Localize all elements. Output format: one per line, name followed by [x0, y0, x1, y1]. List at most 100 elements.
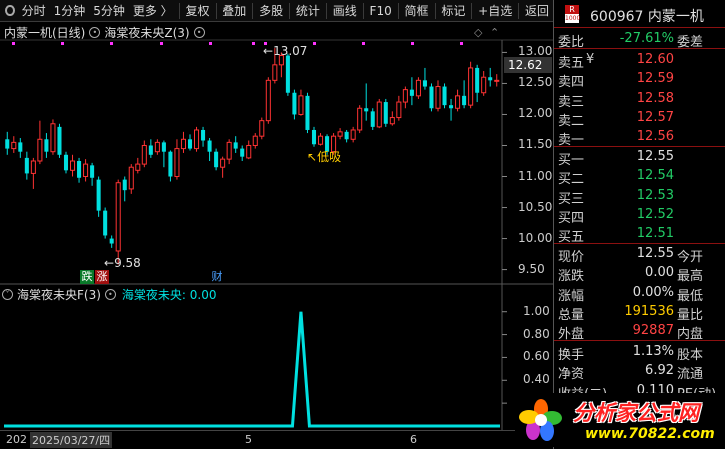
stat2-value: 6.92 [645, 363, 674, 379]
candle-body[interactable] [344, 131, 349, 140]
candle-body[interactable] [220, 158, 226, 168]
candle-body[interactable] [494, 79, 500, 82]
weibi-row: 委比 -27.61% 委差 [554, 29, 725, 50]
ask-label: 卖五 [558, 56, 585, 71]
candle-body[interactable] [168, 151, 173, 177]
bid-label: 买一 [558, 153, 585, 168]
candle-body[interactable] [462, 95, 467, 106]
candle-body[interactable] [376, 101, 382, 128]
candle-body[interactable] [409, 89, 414, 96]
candle-body[interactable] [246, 144, 252, 159]
candle-body[interactable] [24, 157, 29, 174]
candle-body[interactable] [429, 86, 434, 109]
candle-body[interactable] [148, 145, 153, 155]
candle-body[interactable] [174, 148, 180, 178]
candle-body[interactable] [96, 179, 101, 211]
candle-body[interactable] [389, 117, 395, 125]
bid-value: 12.52 [636, 206, 674, 222]
candle-body[interactable] [90, 165, 95, 178]
sub-collapse-icon[interactable]: ˅ [2, 288, 13, 300]
ask-row: 卖四 12.59 [554, 69, 725, 90]
candle-body[interactable] [194, 129, 200, 150]
candle-body[interactable] [305, 95, 310, 130]
candle-body[interactable] [161, 142, 166, 152]
cycle-marker [460, 42, 463, 45]
candle-body[interactable] [57, 126, 62, 155]
candle-body[interactable] [207, 140, 212, 152]
candle-body[interactable] [5, 139, 10, 149]
stat2-row: 净资 6.92 流通 [554, 361, 725, 382]
drop-mark[interactable]: 跌 [80, 270, 94, 284]
candle-body[interactable] [415, 79, 421, 97]
stat-row: 总量 191536 量比 [554, 302, 725, 323]
candle-body[interactable] [240, 148, 245, 157]
bid-row: 买三 12.53 [554, 186, 725, 207]
candle-body[interactable] [30, 160, 36, 174]
candle-body[interactable] [122, 179, 127, 191]
candle-body[interactable] [318, 135, 324, 145]
candle-body[interactable] [180, 138, 186, 150]
candle-body[interactable] [115, 182, 121, 252]
candle-body[interactable] [44, 139, 49, 152]
candle-body[interactable] [18, 142, 23, 152]
candle-body[interactable] [337, 131, 343, 137]
candle-body[interactable] [488, 77, 493, 81]
candle-body[interactable] [128, 166, 134, 190]
watermark-logo: 分析家公式网 www.70822.com [515, 393, 720, 447]
candle-body[interactable] [37, 138, 43, 162]
candle-body[interactable] [292, 92, 297, 115]
candle-body[interactable] [77, 161, 82, 178]
rise-mark[interactable]: 涨 [95, 270, 109, 284]
candle-body[interactable] [141, 144, 147, 165]
candle-body[interactable] [272, 64, 278, 81]
candle-body[interactable] [109, 238, 114, 244]
candle-body[interactable] [402, 89, 408, 103]
candle-body[interactable] [396, 101, 402, 119]
stat-row: 外盘 92887 内盘 [554, 321, 725, 342]
candle-body[interactable] [383, 102, 388, 124]
candle-body[interactable] [455, 95, 461, 109]
candle-body[interactable] [11, 141, 17, 150]
candle-body[interactable] [70, 160, 76, 171]
candle-body[interactable] [252, 135, 258, 146]
candle-body[interactable] [103, 210, 108, 236]
candle-body[interactable] [201, 129, 206, 141]
stat-label: 涨幅 [558, 288, 585, 304]
candle-body[interactable] [83, 163, 89, 178]
candle-body[interactable] [435, 86, 441, 109]
candle-body[interactable] [50, 123, 56, 153]
candle-body[interactable] [285, 55, 290, 93]
date-prefix: 202 [6, 433, 27, 446]
candle-body[interactable] [357, 107, 363, 131]
candle-body[interactable] [187, 139, 193, 149]
candle-body[interactable] [214, 151, 219, 168]
candle-body[interactable] [63, 154, 69, 171]
cycle-marker [362, 42, 365, 45]
candle-body[interactable] [370, 111, 375, 127]
stat-row: 涨幅 0.00% 最低 [554, 283, 725, 304]
sub-indicator-settings-icon[interactable]: • [104, 288, 116, 300]
candle-body[interactable] [481, 76, 487, 94]
candle-body[interactable] [422, 80, 427, 87]
candle-body[interactable] [442, 86, 447, 106]
candle-body[interactable] [154, 141, 160, 153]
candle-body[interactable] [233, 142, 238, 149]
candle-body[interactable] [259, 120, 265, 137]
candle-body[interactable] [226, 141, 232, 160]
candle-body[interactable] [350, 129, 356, 140]
candle-body[interactable] [468, 67, 474, 106]
sub-indicator-name[interactable]: 海棠夜未央F(3) [17, 286, 101, 303]
candle-body[interactable] [364, 108, 369, 112]
watermark-name: 分析家公式网 [573, 401, 699, 425]
finance-mark[interactable]: 财 [210, 270, 224, 284]
candle-body[interactable] [135, 163, 141, 171]
kline-chart[interactable] [0, 0, 553, 449]
candle-body[interactable] [298, 95, 304, 115]
stat-label: 总量 [558, 307, 585, 323]
margin-badge: R 1000 [565, 5, 580, 23]
candle-body[interactable] [449, 105, 454, 109]
candle-body[interactable] [475, 67, 480, 93]
candle-body[interactable] [311, 129, 317, 145]
sub-series-line [4, 311, 500, 428]
candle-body[interactable] [265, 79, 271, 122]
